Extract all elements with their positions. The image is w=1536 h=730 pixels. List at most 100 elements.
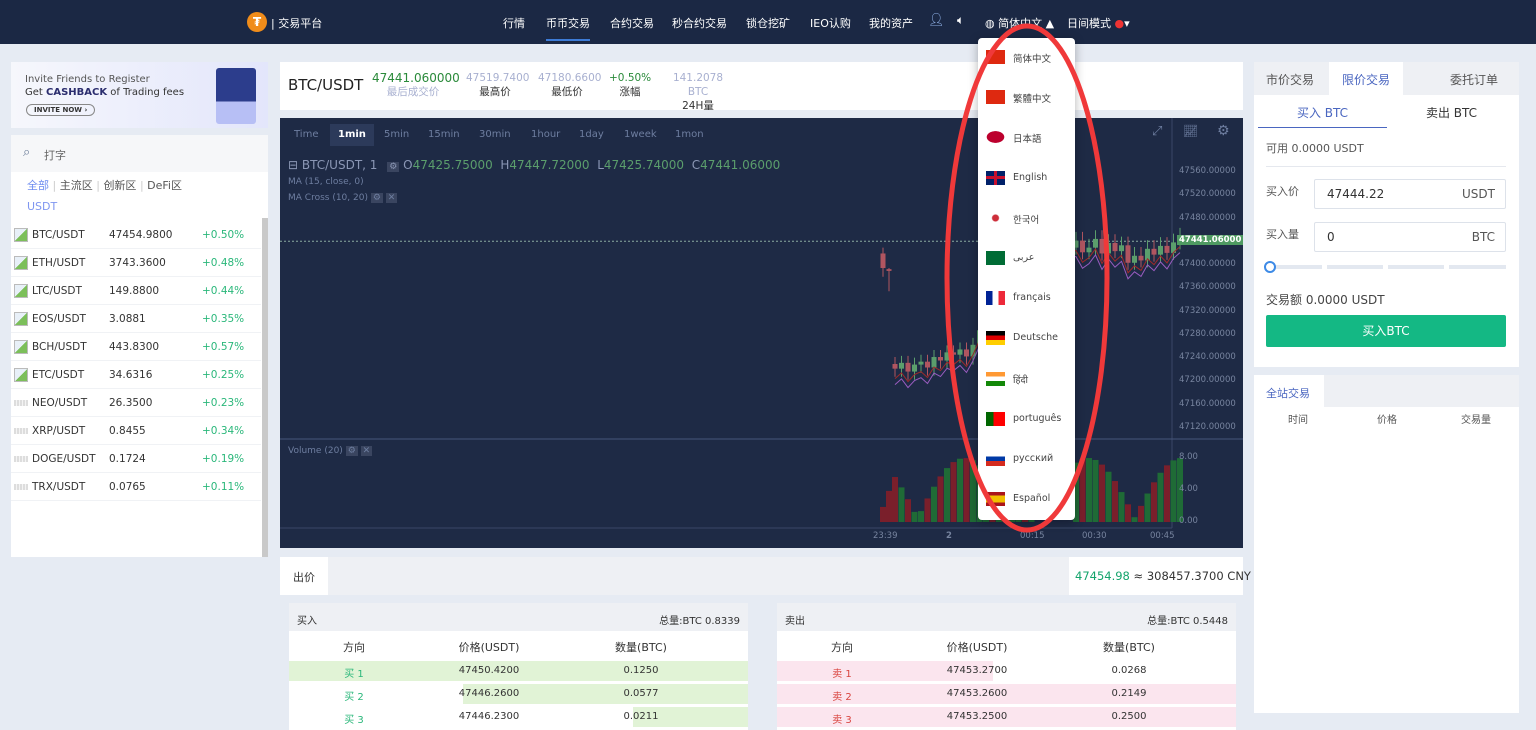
coin-pair: XRP/USDT	[32, 425, 86, 437]
invite-now-button[interactable]: INVITE NOW ›	[26, 104, 96, 116]
volume-bar	[1099, 464, 1105, 522]
search-input[interactable]: 打字	[44, 147, 66, 163]
candle-body	[1119, 245, 1124, 252]
coin-icon	[14, 284, 28, 298]
book-row[interactable]: 买 1 47450.4200 0.1250	[289, 661, 748, 681]
book-price: 47453.2500	[946, 711, 1008, 722]
book-side: 卖 3	[832, 715, 852, 726]
kline-chart[interactable]: Time 1min 5min 15min 30min 1hour 1day 1week 1mon…	[280, 118, 1244, 548]
nav-ieo[interactable]: IEO认购	[810, 15, 851, 31]
buy-btc-tab[interactable]: 买入 BTC	[1258, 95, 1387, 128]
nav-spot[interactable]: 币币交易	[546, 15, 590, 41]
bid-tab[interactable]: 出价	[280, 557, 328, 595]
flag-pt-icon	[986, 411, 1005, 426]
price-tick: 47280.00000	[1179, 328, 1236, 339]
coin-change: +0.35%	[202, 313, 245, 325]
market-search[interactable]: ⌕ 打字	[11, 135, 268, 172]
coin-row[interactable]: BTC/USDT 47454.9800 +0.50%	[11, 221, 261, 249]
tab-defi[interactable]: DeFi区	[147, 179, 182, 192]
book-qty: 0.2500	[1111, 711, 1147, 722]
book-row[interactable]: 卖 2 47453.2600 0.2149	[777, 684, 1236, 704]
candle-body	[931, 357, 937, 368]
tab-innovation[interactable]: 创新区	[103, 179, 136, 192]
sell-orderbook: 卖出 总量:BTC 0.5448 方向 价格(USDT) 数量(BTC) 卖 1 47453…	[777, 603, 1236, 730]
volume-bar	[1125, 504, 1131, 522]
book-row[interactable]: 买 3 47446.2300 0.0211	[289, 707, 748, 727]
volume-bar	[1144, 493, 1151, 522]
coin-row[interactable]: ETH/USDT 3743.3600 +0.48%	[11, 249, 261, 277]
language-option-gb[interactable]: English	[978, 159, 1075, 199]
amount-slider[interactable]	[1264, 261, 1506, 273]
coin-row[interactable]: NEO/USDT 26.3500 +0.23%	[11, 389, 261, 417]
language-option-cn[interactable]: 简体中文	[978, 38, 1075, 78]
banner-line2: Get CASHBACK of Trading fees	[25, 87, 185, 98]
stat-high: 47519.7400 最高价	[466, 72, 530, 98]
coin-row[interactable]: ETC/USDT 34.6316 +0.25%	[11, 361, 261, 389]
language-option-fr[interactable]: français	[978, 279, 1075, 319]
tab-limit-order[interactable]: 限价交易	[1329, 62, 1403, 95]
candle-body	[1132, 255, 1137, 263]
scrollbar[interactable]	[262, 218, 268, 557]
nav-contract[interactable]: 合约交易	[610, 15, 654, 31]
book-row[interactable]: 卖 3 47453.2500 0.2500	[777, 707, 1236, 727]
tab-mainstream[interactable]: 主流区	[60, 179, 93, 192]
invite-banner[interactable]: Invite Friends to Register Get CASHBACK …	[11, 62, 268, 128]
coin-row[interactable]: TRX/USDT 0.0765 +0.11%	[11, 473, 261, 501]
tab-all-trades[interactable]: 全站交易	[1254, 375, 1324, 407]
tab-all[interactable]: 全部	[27, 179, 49, 192]
pair-title: BTC/USDT	[288, 76, 364, 94]
language-dropdown: 简体中文 繁體中文 日本語 English 한국어 عربى français Deutsch…	[978, 38, 1075, 520]
candlestick-plot[interactable]	[280, 118, 1243, 548]
candle-body	[951, 352, 956, 355]
language-selector[interactable]: ◍ 简体中文 ▲	[985, 15, 1054, 31]
nav-mining[interactable]: 锁仓挖矿	[746, 15, 790, 31]
language-option-ru[interactable]: русский	[978, 440, 1075, 480]
tab-market-order[interactable]: 市价交易	[1266, 71, 1314, 88]
slider-handle[interactable]	[1264, 261, 1276, 273]
language-option-jp[interactable]: 日本語	[978, 118, 1075, 158]
tab-orders[interactable]: 委托订单	[1450, 71, 1498, 88]
book-row[interactable]: 卖 1 47453.2700 0.0268	[777, 661, 1236, 681]
language-label: português	[1013, 412, 1062, 424]
language-option-de[interactable]: Deutsche	[978, 319, 1075, 359]
language-option-sa[interactable]: عربى	[978, 239, 1075, 279]
coin-icon	[14, 256, 28, 270]
tab-usdt[interactable]: USDT	[27, 200, 57, 213]
coin-row[interactable]: LTC/USDT 149.8800 +0.44%	[11, 277, 261, 305]
buy-btc-button[interactable]: 买入BTC	[1266, 315, 1506, 347]
book-side: 买 2	[344, 692, 364, 703]
speaker-icon[interactable]: 🔈︎	[957, 13, 964, 28]
flag-sa-icon	[986, 251, 1005, 265]
language-option-kr[interactable]: 한국어	[978, 199, 1075, 239]
price-tick: 47160.00000	[1179, 398, 1236, 409]
candle-body	[880, 253, 886, 269]
book-row[interactable]: 买 2 47446.2600 0.0577	[289, 684, 748, 704]
sell-btc-tab[interactable]: 卖出 BTC	[1387, 95, 1516, 128]
flag-cn-icon	[986, 50, 1005, 64]
language-option-hk[interactable]: 繁體中文	[978, 78, 1075, 118]
theme-toggle[interactable]: 日间模式 ●▾	[1067, 15, 1130, 31]
banner-illustration	[216, 68, 256, 124]
flag-es-icon	[986, 492, 1005, 507]
logo-icon[interactable]: ₮	[247, 12, 267, 32]
coin-row[interactable]: DOGE/USDT 0.1724 +0.19%	[11, 445, 261, 473]
nav-markets[interactable]: 行情	[503, 15, 525, 31]
book-price: 47453.2600	[946, 688, 1008, 699]
language-option-in[interactable]: हिंदी	[978, 360, 1075, 400]
coin-pair: NEO/USDT	[32, 397, 88, 409]
qty-input[interactable]: 0 BTC	[1314, 222, 1506, 252]
stat-volume: 141.2078 BTC 24H量	[672, 72, 724, 112]
coin-row[interactable]: EOS/USDT 3.0881 +0.35%	[11, 305, 261, 333]
search-icon: ⌕	[23, 145, 31, 160]
coin-row[interactable]: BCH/USDT 443.8300 +0.57%	[11, 333, 261, 361]
coin-row[interactable]: XRP/USDT 0.8455 +0.34%	[11, 417, 261, 445]
flag-jp-icon	[986, 130, 1005, 145]
language-option-es[interactable]: Español	[978, 480, 1075, 520]
flag-hk-icon	[986, 90, 1005, 105]
user-icon[interactable]: 👤︎	[928, 13, 945, 28]
price-input[interactable]: 47444.22 USDT	[1314, 179, 1506, 209]
coin-pair: BCH/USDT	[32, 341, 87, 353]
nav-assets[interactable]: 我的资产	[869, 15, 913, 31]
nav-second-contract[interactable]: 秒合约交易	[672, 15, 727, 31]
language-option-pt[interactable]: português	[978, 400, 1075, 440]
